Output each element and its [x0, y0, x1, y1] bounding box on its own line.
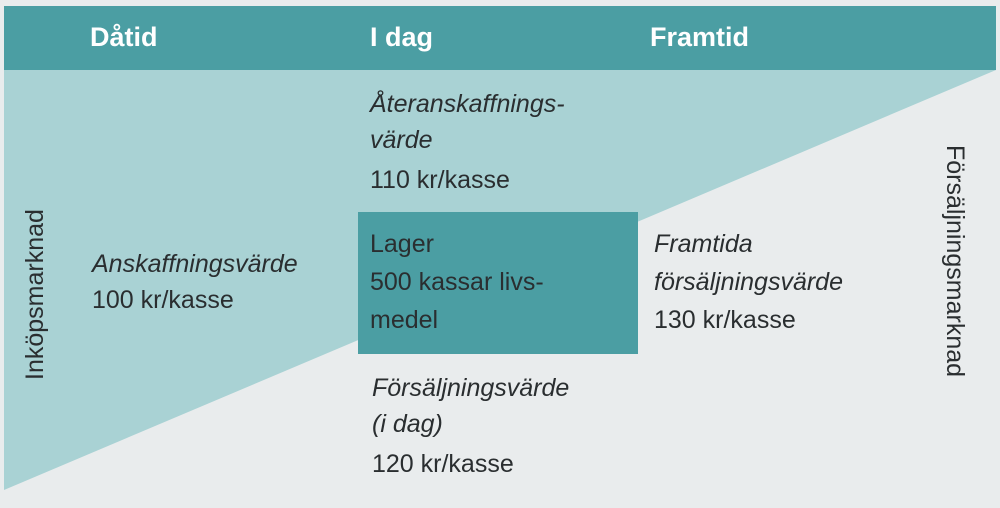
- current-sales-label-line1: Försäljningsvärde: [372, 374, 570, 402]
- acquisition-value-amount: 100 kr/kasse: [92, 286, 234, 314]
- future-sales-amount: 130 kr/kasse: [654, 306, 796, 334]
- header-today: I dag: [370, 22, 434, 52]
- replacement-value-amount: 110 kr/kasse: [370, 166, 510, 194]
- replacement-value-label-line1: Återanskaffnings-: [370, 90, 565, 118]
- purchase-market-label: Inköpsmarknad: [21, 209, 49, 380]
- current-sales-label-line2: (i dag): [372, 410, 443, 438]
- header-future: Framtid: [650, 22, 750, 52]
- inventory-quantity-line2: medel: [370, 306, 439, 334]
- future-sales-label-line1: Framtida: [654, 230, 753, 258]
- inventory-quantity-line1: 500 kassar livs-: [370, 268, 544, 296]
- header-past: Dåtid: [90, 22, 158, 52]
- replacement-value-label-line2: värde: [370, 126, 433, 154]
- acquisition-value-label: Anskaffningsvärde: [92, 250, 298, 278]
- market-value-diagram: Dåtid I dag Framtid Inköpsmarknad Försäl…: [0, 0, 1000, 508]
- inventory-label: Lager: [370, 230, 434, 258]
- future-sales-label-line2: försäljningsvärde: [654, 268, 843, 296]
- current-sales-amount: 120 kr/kasse: [372, 450, 514, 478]
- sales-market-label: Försäljningsmarknad: [941, 145, 969, 378]
